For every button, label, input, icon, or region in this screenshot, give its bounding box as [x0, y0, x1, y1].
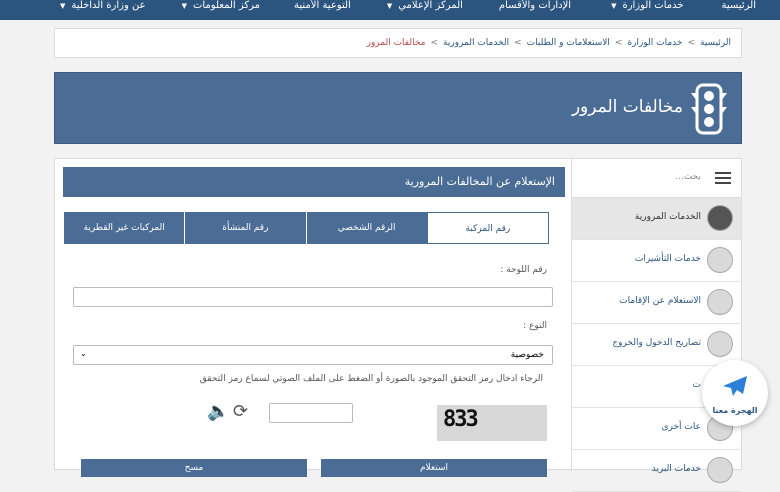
- sidebar-item-visas[interactable]: خدمات التأشيرات: [572, 240, 741, 282]
- breadcrumb-ministry-services[interactable]: خدمات الوزارة: [627, 38, 682, 48]
- sidebar-item-mail[interactable]: خدمات البريد: [572, 450, 741, 492]
- traffic-light-icon: [689, 83, 729, 139]
- nav-departments[interactable]: الإدارات والأقسام: [499, 0, 571, 20]
- type-label: النوع :: [523, 321, 547, 331]
- sidebar-item-residency[interactable]: الاستعلام عن الإقامات: [572, 282, 741, 324]
- sidebar-item-entry-exit[interactable]: تصاريح الدخول والخروج: [572, 324, 741, 366]
- inquiry-form: الإستعلام عن المخالفات المرورية رقم المر…: [63, 167, 565, 477]
- clear-button[interactable]: مسح: [81, 459, 307, 477]
- chevron-down-icon: ▼: [386, 2, 393, 10]
- tab-vehicle-number[interactable]: رقم المركبة: [426, 212, 549, 244]
- audio-icon[interactable]: 🔈: [207, 401, 229, 422]
- top-navigation: الرئيسية خدمات الوزارة▼ الإدارات والأقسا…: [0, 0, 780, 20]
- nav-ministry-services[interactable]: خدمات الوزارة▼: [611, 0, 683, 20]
- refresh-icon[interactable]: ⟳: [233, 401, 248, 422]
- captcha-image: 833: [437, 405, 547, 441]
- mail-icon: [707, 457, 733, 483]
- sidebar: بحث... الخدمات المرورية خدمات التأشيرات …: [571, 159, 741, 492]
- plane-icon: [707, 331, 733, 357]
- migration-widget-label: الهجرة معنا: [712, 406, 758, 415]
- captcha-input[interactable]: [269, 403, 353, 423]
- breadcrumb-home[interactable]: الرئيسية: [700, 38, 731, 48]
- type-select[interactable]: خصوصية ⌄: [73, 345, 553, 365]
- captcha-hint: الرجاء ادخال رمز التحقق الموجود بالصورة …: [199, 374, 543, 384]
- breadcrumb-inquiries[interactable]: الاستعلامات و الطلبات: [527, 38, 610, 48]
- menu-icon[interactable]: [715, 172, 731, 187]
- traffic-light-icon: [707, 205, 733, 231]
- search-placeholder: بحث...: [675, 172, 701, 182]
- page-banner: مخالفات المرور: [54, 72, 742, 144]
- tab-establishment-number[interactable]: رقم المنشأة: [184, 212, 306, 244]
- chevron-down-icon: ⌄: [80, 349, 87, 358]
- content-panel: بحث... الخدمات المرورية خدمات التأشيرات …: [54, 158, 742, 492]
- submit-button[interactable]: استعلام: [321, 459, 547, 477]
- breadcrumb-traffic-services[interactable]: الخدمات المرورية: [443, 38, 509, 48]
- tab-non-qatari-vehicles[interactable]: المركبات غير القطرية: [63, 212, 185, 244]
- sidebar-item-traffic[interactable]: الخدمات المرورية: [572, 198, 741, 240]
- nav-media-center[interactable]: المركز الإعلامي▼: [387, 0, 463, 20]
- migration-widget[interactable]: الهجرة معنا: [702, 360, 768, 426]
- breadcrumb-current: مخالفات المرور: [366, 38, 426, 48]
- plane-icon: [719, 370, 751, 406]
- form-title: الإستعلام عن المخالفات المرورية: [63, 167, 565, 197]
- nav-about[interactable]: عن وزارة الداخلية▼: [60, 0, 146, 20]
- chevron-down-icon: ▼: [611, 2, 617, 10]
- nav-home[interactable]: الرئيسية: [722, 0, 756, 20]
- nav-security-awareness[interactable]: التوعية الأمنية: [294, 0, 351, 20]
- plate-label: رقم اللوحة :: [500, 265, 547, 275]
- visa-icon: [707, 247, 733, 273]
- breadcrumb: الرئيسية > خدمات الوزارة > الاستعلامات و ا…: [54, 28, 742, 58]
- page-title: مخالفات المرور: [571, 97, 683, 117]
- residency-icon: [707, 289, 733, 315]
- nav-info-center[interactable]: مركز المعلومات▼: [182, 0, 260, 20]
- tab-personal-number[interactable]: الرقم الشخصي: [305, 212, 427, 244]
- plate-input[interactable]: [73, 287, 553, 307]
- chevron-down-icon: ▼: [181, 2, 187, 10]
- tab-bar: رقم المركبة الرقم الشخصي رقم المنشأة الم…: [63, 212, 549, 244]
- sidebar-search[interactable]: بحث...: [572, 159, 741, 198]
- chevron-down-icon: ▼: [60, 2, 66, 10]
